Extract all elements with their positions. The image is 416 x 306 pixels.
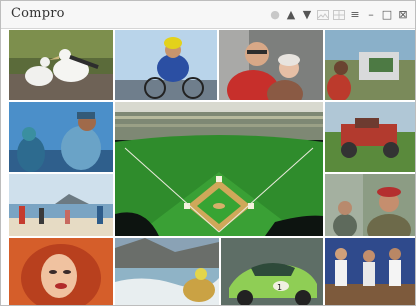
photo-fishermen[interactable]: [9, 102, 113, 172]
photo-elderly-couple[interactable]: [219, 30, 323, 100]
move-down-icon[interactable]: ▼: [301, 9, 313, 21]
menu-icon[interactable]: ≡: [349, 9, 361, 21]
photo-runners[interactable]: [325, 238, 415, 305]
compro-window: Compro ● ▲ ▼ ≡ – □ ⊠ 1: [0, 0, 416, 306]
photo-woman-portrait[interactable]: [9, 238, 113, 305]
grid-view-icon[interactable]: [333, 9, 345, 21]
maximize-icon[interactable]: □: [381, 9, 393, 21]
photo-green-car[interactable]: 1: [221, 238, 323, 305]
close-icon[interactable]: ⊠: [397, 9, 409, 21]
photo-surveyor[interactable]: [325, 30, 415, 100]
window-controls: ● ▲ ▼ ≡ – □ ⊠: [269, 7, 409, 23]
record-icon[interactable]: ●: [269, 9, 281, 21]
photo-grid: 1: [1, 29, 415, 305]
app-title: Compro: [11, 6, 65, 21]
minimize-icon[interactable]: –: [365, 9, 377, 21]
photo-man-in-hat[interactable]: [325, 174, 415, 236]
photo-beach-walkers[interactable]: [9, 174, 113, 236]
photo-farm-machinery[interactable]: [325, 102, 415, 172]
move-up-icon[interactable]: ▲: [285, 9, 297, 21]
photo-baseball-stadium[interactable]: [115, 102, 323, 236]
photo-rafting[interactable]: [115, 238, 219, 305]
svg-text:1: 1: [277, 283, 282, 292]
image-view-icon[interactable]: [317, 9, 329, 21]
title-bar: Compro ● ▲ ▼ ≡ – □ ⊠: [1, 1, 415, 29]
photo-seabirds[interactable]: [9, 30, 113, 100]
photo-cyclist[interactable]: [115, 30, 217, 100]
